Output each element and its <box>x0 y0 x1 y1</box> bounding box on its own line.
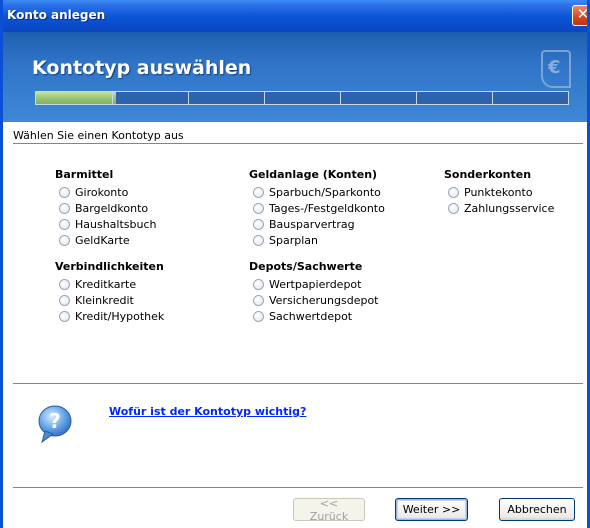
page-heading: Kontotyp auswählen <box>32 57 252 79</box>
next-button[interactable]: Weiter >> <box>395 498 468 521</box>
instruction-text: Wählen Sie einen Kontotyp aus <box>13 129 184 142</box>
help-link[interactable]: Wofür ist der Kontotyp wichtig? <box>109 405 306 418</box>
radio-circle-icon[interactable] <box>253 310 264 322</box>
group-geldanlage: Geldanlage (Konten) Sparbuch/Sparkonto T… <box>249 168 385 248</box>
radio-wertpapierdepot[interactable]: Wertpapierdepot <box>253 276 379 292</box>
radio-kreditkarte[interactable]: Kreditkarte <box>59 276 164 292</box>
radio-sparbuch[interactable]: Sparbuch/Sparkonto <box>253 184 385 200</box>
radio-girokonto[interactable]: Girokonto <box>59 184 157 200</box>
radio-circle-icon[interactable] <box>59 294 70 306</box>
euro-logo-icon: € <box>541 50 571 88</box>
radio-bargeldkonto[interactable]: Bargeldkonto <box>59 200 157 216</box>
svg-text:?: ? <box>49 409 61 433</box>
progress-segment-divider <box>112 92 113 104</box>
progress-segment-divider <box>416 92 417 104</box>
radio-versicherungsdepot[interactable]: Versicherungsdepot <box>253 292 379 308</box>
radio-circle-icon[interactable] <box>253 278 264 290</box>
divider <box>13 143 583 144</box>
progress-fill <box>36 92 116 104</box>
divider <box>13 383 583 384</box>
progress-segment-divider <box>340 92 341 104</box>
group-barmittel: Barmittel Girokonto Bargeldkonto Haushal… <box>55 168 157 248</box>
back-button[interactable]: << Zurück <box>293 497 365 523</box>
window-title: Konto anlegen <box>7 8 106 22</box>
radio-circle-icon[interactable] <box>253 234 264 246</box>
radio-circle-icon[interactable] <box>59 234 70 246</box>
radio-haushaltsbuch[interactable]: Haushaltsbuch <box>59 216 157 232</box>
group-title: Barmittel <box>55 168 114 181</box>
radio-kleinkredit[interactable]: Kleinkredit <box>59 292 164 308</box>
radio-circle-icon[interactable] <box>253 294 264 306</box>
radio-circle-icon[interactable] <box>59 202 70 214</box>
group-title: Sonderkonten <box>444 168 532 181</box>
group-depots: Depots/Sachwerte Wertpapierdepot Versich… <box>249 260 379 324</box>
group-sonderkonten: Sonderkonten Punktekonto Zahlungsservice <box>444 168 554 216</box>
radio-circle-icon[interactable] <box>448 186 459 198</box>
radio-sparplan[interactable]: Sparplan <box>253 232 385 248</box>
close-button[interactable]: ✕ <box>572 5 590 26</box>
question-icon: ? <box>38 405 72 444</box>
close-icon: ✕ <box>576 5 590 23</box>
radio-circle-icon[interactable] <box>253 218 264 230</box>
progress-segment-divider <box>492 92 493 104</box>
radio-circle-icon[interactable] <box>253 186 264 198</box>
radio-bausparvertrag[interactable]: Bausparvertrag <box>253 216 385 232</box>
radio-circle-icon[interactable] <box>59 278 70 290</box>
group-title: Verbindlichkeiten <box>55 260 164 273</box>
radio-circle-icon[interactable] <box>253 202 264 214</box>
header-banner: Kontotyp auswählen € <box>3 32 587 122</box>
divider <box>13 487 583 488</box>
radio-punktekonto[interactable]: Punktekonto <box>448 184 554 200</box>
wizard-progress-bar <box>35 91 569 105</box>
group-verbindlichkeiten: Verbindlichkeiten Kreditkarte Kleinkredi… <box>55 260 164 324</box>
cancel-button[interactable]: Abbrechen <box>499 498 575 521</box>
radio-circle-icon[interactable] <box>59 218 70 230</box>
group-title: Geldanlage (Konten) <box>249 168 378 181</box>
progress-segment-divider <box>188 92 189 104</box>
title-bar[interactable]: Konto anlegen ✕ <box>3 0 590 32</box>
radio-kredit-hypothek[interactable]: Kredit/Hypothek <box>59 308 164 324</box>
radio-circle-icon[interactable] <box>59 310 70 322</box>
dialog-window: Konto anlegen ✕ Kontotyp auswählen € Wäh… <box>0 0 590 528</box>
radio-tagesgeld[interactable]: Tages-/Festgeldkonto <box>253 200 385 216</box>
radio-sachwertdepot[interactable]: Sachwertdepot <box>253 308 379 324</box>
progress-segment-divider <box>264 92 265 104</box>
group-title: Depots/Sachwerte <box>249 260 363 273</box>
radio-geldkarte[interactable]: GeldKarte <box>59 232 157 248</box>
radio-circle-icon[interactable] <box>59 186 70 198</box>
radio-circle-icon[interactable] <box>448 202 459 214</box>
radio-zahlungsservice[interactable]: Zahlungsservice <box>448 200 554 216</box>
